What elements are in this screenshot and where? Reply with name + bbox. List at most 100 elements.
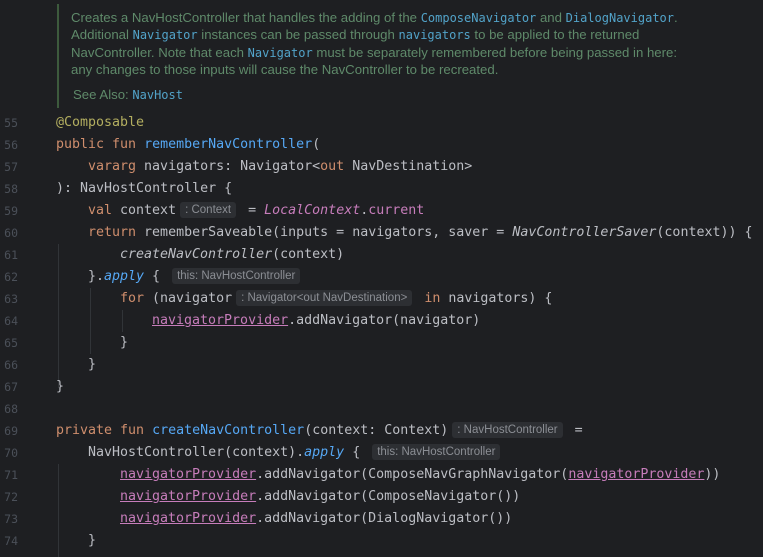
- code-line: 71 navigatorProvider.addNavigator(Compos…: [0, 464, 763, 486]
- doc-line-1: Creates a NavHostController that handles…: [71, 10, 678, 25]
- keyword: in: [416, 291, 449, 306]
- code-text: =: [240, 203, 265, 218]
- doc-link-dialog-navigator[interactable]: DialogNavigator: [566, 11, 674, 25]
- code-line: 58 ): NavHostController {: [0, 178, 763, 200]
- code-line: 63 for (navigator: Navigator<out NavDest…: [0, 288, 763, 310]
- keyword: vararg: [88, 159, 145, 174]
- code-text: (navigator: [152, 291, 233, 306]
- code-text: .addNavigator(navigator): [288, 313, 481, 328]
- code-text: {: [344, 445, 369, 460]
- code-text: .addNavigator(ComposeNavGraphNavigator(: [256, 467, 569, 482]
- code-line: 62 }.apply { this: NavHostController: [0, 266, 763, 288]
- property: current: [368, 203, 425, 218]
- line-number: 68: [4, 402, 18, 416]
- code-line: 67 }: [0, 376, 763, 398]
- function-name[interactable]: createNavController: [152, 423, 304, 438]
- code-line: 64 navigatorProvider.addNavigator(naviga…: [0, 310, 763, 332]
- code-line: 69 private fun createNavController(conte…: [0, 420, 763, 442]
- line-number: 62: [4, 270, 18, 284]
- keyword: private fun: [56, 423, 153, 438]
- line-number: 70: [4, 446, 18, 460]
- code-text: )): [704, 467, 721, 482]
- property-reference[interactable]: navigatorProvider: [568, 467, 704, 482]
- doc-see-also: See Also: NavHost: [73, 87, 183, 102]
- function-name[interactable]: rememberNavController: [144, 137, 312, 152]
- property-reference[interactable]: navigatorProvider: [120, 467, 256, 482]
- keyword: return: [88, 225, 145, 240]
- code-line: 74 }: [0, 530, 763, 552]
- code-line: 56 public fun rememberNavController(: [0, 134, 763, 156]
- line-number: 69: [4, 424, 18, 438]
- line-number: 60: [4, 226, 18, 240]
- property-reference[interactable]: navigatorProvider: [152, 313, 288, 328]
- code-line: 60 return rememberSaveable(inputs = navi…: [0, 222, 763, 244]
- annotation: @Composable: [56, 115, 145, 130]
- code-line: 59 val context: Context = LocalContext.c…: [0, 200, 763, 222]
- line-number: 58: [4, 182, 18, 196]
- code-text: ): NavHostController {: [56, 181, 233, 196]
- code-text: }.: [88, 269, 105, 284]
- code-line: 73 navigatorProvider.addNavigator(Dialog…: [0, 508, 763, 530]
- doc-line-3: NavController. Note that each Navigator …: [71, 44, 678, 60]
- line-number: 66: [4, 358, 18, 372]
- line-number: 72: [4, 490, 18, 504]
- keyword: for: [120, 291, 153, 306]
- inlay-return-type-hint[interactable]: : NavHostController: [452, 422, 563, 438]
- property-reference[interactable]: navigatorProvider: [120, 489, 256, 504]
- doc-link-navhost[interactable]: NavHost: [132, 88, 183, 102]
- line-number: 57: [4, 160, 18, 174]
- code-text: (context)) {: [656, 225, 753, 240]
- line-number: 71: [4, 468, 18, 482]
- code-text: navigators) {: [448, 291, 553, 306]
- code-text: navigators: Navigator<: [144, 159, 321, 174]
- line-number: 67: [4, 380, 18, 394]
- line-number: 73: [4, 512, 18, 526]
- doc-link-compose-navigator[interactable]: ComposeNavigator: [421, 11, 537, 25]
- inlay-receiver-hint[interactable]: this: NavHostController: [372, 444, 501, 460]
- code-text: }: [56, 379, 65, 394]
- keyword: val: [88, 203, 121, 218]
- inlay-type-hint[interactable]: : Context: [180, 202, 237, 218]
- line-number: 64: [4, 314, 18, 328]
- code-line: 70 NavHostController(context).apply { th…: [0, 442, 763, 464]
- variable-name: context: [120, 203, 177, 218]
- doc-line-4: any changes to those inputs will cause t…: [71, 62, 499, 78]
- inlay-type-hint[interactable]: : Navigator<out NavDestination>: [236, 290, 413, 306]
- function-call: apply: [104, 269, 145, 284]
- line-number: 56: [4, 138, 18, 152]
- code-text: NavDestination>: [344, 159, 473, 174]
- code-text: .addNavigator(DialogNavigator()): [256, 511, 513, 526]
- function-call: rememberSaveable: [144, 225, 273, 240]
- line-number: 65: [4, 336, 18, 350]
- doc-line-2: Additional Navigator instances can be pa…: [71, 27, 640, 43]
- code-text: NavHostController(context).: [88, 445, 305, 460]
- property-reference[interactable]: navigatorProvider: [120, 511, 256, 526]
- function-call: apply: [304, 445, 345, 460]
- line-number: 61: [4, 248, 18, 262]
- line-number: 59: [4, 204, 18, 218]
- code-text: }: [120, 335, 129, 350]
- code-text: }: [88, 357, 97, 372]
- keyword: public fun: [56, 137, 145, 152]
- code-editor[interactable]: Creates a NavHostController that handles…: [0, 0, 763, 557]
- line-number: 55: [4, 116, 18, 130]
- keyword: out: [320, 159, 345, 174]
- property: LocalContext: [264, 203, 361, 218]
- code-text: {: [144, 269, 169, 284]
- code-text: (: [312, 137, 321, 152]
- code-text: =: [566, 423, 583, 438]
- code-text: (context): [272, 247, 345, 262]
- doc-link-navigator-2[interactable]: Navigator: [248, 46, 313, 60]
- code-text: .addNavigator(ComposeNavigator()): [256, 489, 521, 504]
- code-line: 72 navigatorProvider.addNavigator(Compos…: [0, 486, 763, 508]
- code-line: 68: [0, 398, 763, 420]
- code-text: }: [88, 533, 97, 548]
- function-call: NavControllerSaver: [512, 225, 657, 240]
- inlay-receiver-hint[interactable]: this: NavHostController: [172, 268, 301, 284]
- code-line: 57 vararg navigators: Navigator<out NavD…: [0, 156, 763, 178]
- doc-code-navigators: navigators: [398, 28, 471, 43]
- rendered-doc-comment: Creates a NavHostController that handles…: [57, 4, 763, 108]
- code-line: 55 @Composable: [0, 112, 763, 134]
- doc-link-navigator[interactable]: Navigator: [133, 28, 198, 42]
- function-call: createNavController: [120, 247, 273, 262]
